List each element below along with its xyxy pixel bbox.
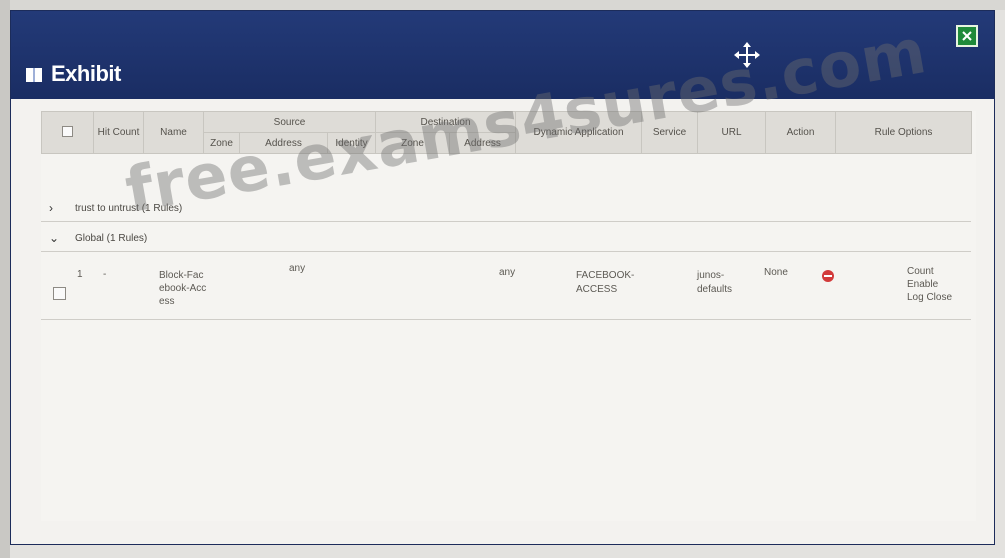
select-all-header xyxy=(41,111,94,154)
photo-background-left xyxy=(0,0,10,558)
rule-name[interactable]: Block-Facebook-Access xyxy=(159,269,207,308)
rule-option-count: Count xyxy=(907,266,934,277)
column-rule-options[interactable]: Rule Options xyxy=(835,111,973,154)
rule-index: 1 xyxy=(77,269,83,280)
rule-dynamic-application: FACEBOOK-ACCESS xyxy=(576,270,635,295)
select-all-checkbox[interactable] xyxy=(62,125,73,137)
table-row[interactable]: 1 - Block-Facebook-Access any any FACEBO… xyxy=(41,259,971,320)
deny-icon xyxy=(822,270,834,282)
rule-destination-address: any xyxy=(499,267,516,278)
group-global[interactable]: ⌄ Global (1 Rules) xyxy=(41,227,971,252)
book-icon xyxy=(26,68,42,82)
rule-option-enable: Enable xyxy=(907,279,939,290)
rule-source-address: any xyxy=(289,263,306,274)
rule-options: Count Enable Log Close xyxy=(907,265,952,304)
close-icon xyxy=(962,31,972,41)
rule-service: junos-defaults xyxy=(697,270,733,295)
photo-background-top xyxy=(0,0,1005,10)
row-checkbox[interactable] xyxy=(53,287,66,300)
chevron-right-icon[interactable]: › xyxy=(49,201,53,215)
group-label: Global (1 Rules) xyxy=(75,233,148,244)
window-title: Exhibit xyxy=(51,61,121,86)
chevron-down-icon[interactable]: ⌄ xyxy=(49,231,59,245)
rule-hit-count: - xyxy=(103,269,107,280)
rule-url: None xyxy=(764,267,788,278)
column-action[interactable]: Action xyxy=(765,111,837,154)
column-hit-count[interactable]: Hit Count xyxy=(93,111,144,154)
rule-option-log-close: Log Close xyxy=(907,292,953,303)
close-button[interactable] xyxy=(956,25,978,47)
